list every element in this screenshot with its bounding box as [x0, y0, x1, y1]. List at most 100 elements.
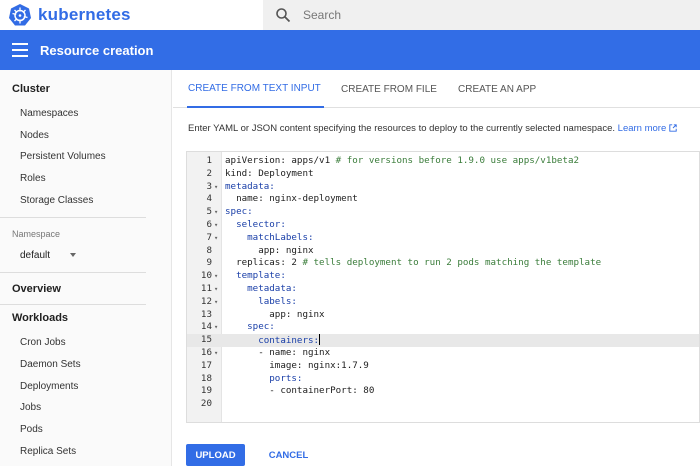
sidebar-item-pods[interactable]: Pods — [20, 424, 43, 435]
sidebar-item-storage-classes[interactable]: Storage Classes — [20, 195, 93, 206]
description-text: Enter YAML or JSON content specifying th… — [188, 123, 616, 134]
upload-button[interactable]: UPLOAD — [186, 444, 245, 466]
code-line[interactable]: 14 ▾ spec: — [187, 321, 699, 334]
code-text: matchLabels: — [225, 231, 314, 243]
code-line[interactable]: 13 app: nginx — [187, 308, 699, 322]
line-number: 13 — [200, 308, 212, 320]
line-number: 17 — [200, 359, 212, 371]
fold-toggle-icon[interactable]: ▾ — [214, 321, 221, 334]
code-text: name: nginx-deployment — [225, 193, 358, 205]
code-line[interactable]: 20 — [187, 398, 699, 411]
sidebar-divider — [0, 304, 146, 305]
sidebar-item-cron-jobs[interactable]: Cron Jobs — [20, 337, 66, 348]
sidebar-item-daemon-sets[interactable]: Daemon Sets — [20, 359, 81, 370]
line-number: 14 — [200, 321, 212, 333]
search-input[interactable] — [303, 8, 603, 22]
code-line[interactable]: 15 containers: — [187, 334, 699, 347]
code-text: app: nginx — [225, 308, 325, 320]
sidebar-item-persistent-volumes[interactable]: Persistent Volumes — [20, 151, 106, 162]
sidebar-item-jobs[interactable]: Jobs — [20, 402, 41, 413]
code-text: ports: — [225, 372, 303, 384]
learn-more-link[interactable]: Learn more — [618, 123, 678, 134]
sidebar-item-nodes[interactable]: Nodes — [20, 130, 49, 141]
hamburger-menu-icon[interactable] — [12, 43, 28, 57]
code-line[interactable]: 16 ▾ - name: nginx — [187, 347, 699, 360]
sidebar: Cluster Namespaces Nodes Persistent Volu… — [0, 70, 172, 466]
fold-toggle-icon[interactable]: ▾ — [214, 347, 221, 360]
code-line[interactable]: 10 ▾ template: — [187, 270, 699, 283]
tab-create-from-text-input[interactable]: CREATE FROM TEXT INPUT — [187, 70, 324, 108]
namespace-select[interactable]: default — [20, 248, 76, 262]
fold-toggle-icon[interactable]: ▾ — [214, 283, 221, 296]
sidebar-item-deployments[interactable]: Deployments — [20, 381, 78, 392]
code-line[interactable]: 7 ▾ matchLabels: — [187, 231, 699, 245]
text-cursor — [319, 334, 321, 346]
brand-logo[interactable]: kubernetes — [8, 3, 131, 27]
code-line[interactable]: 17 image: nginx:1.7.9 — [187, 359, 699, 373]
line-number: 9 — [206, 257, 212, 269]
fold-toggle-icon[interactable]: ▾ — [214, 206, 221, 219]
search-bar[interactable] — [263, 0, 700, 30]
code-text: image: nginx:1.7.9 — [225, 359, 369, 371]
yaml-editor[interactable]: 1 apiVersion: apps/v1 # for versions befo… — [186, 151, 700, 423]
kubernetes-wheel-icon — [9, 4, 31, 26]
code-line[interactable]: 2 kind: Deployment — [187, 168, 699, 181]
code-line[interactable]: 18 ports: — [187, 372, 699, 386]
code-line[interactable]: 19 - containerPort: 80 — [187, 385, 699, 398]
sidebar-item-replica-sets[interactable]: Replica Sets — [20, 446, 76, 457]
description: Enter YAML or JSON content specifying th… — [188, 123, 677, 134]
chevron-down-icon — [70, 253, 76, 257]
sidebar-divider — [0, 217, 146, 218]
code-text: - name: nginx — [225, 347, 331, 358]
fold-toggle-icon[interactable]: ▾ — [214, 219, 221, 232]
code-text: - containerPort: 80 — [225, 385, 375, 397]
cancel-button[interactable]: CANCEL — [261, 444, 316, 466]
namespace-selected-value: default — [20, 249, 51, 261]
code-line[interactable]: 11 ▾ metadata: — [187, 283, 699, 296]
line-number: 6 — [206, 219, 212, 230]
brand-name: kubernetes — [38, 5, 131, 24]
code-line[interactable]: 9 replicas: 2 # tells deployment to run … — [187, 257, 699, 270]
code-line[interactable]: 12 ▾ labels: — [187, 295, 699, 309]
sidebar-item-roles[interactable]: Roles — [20, 173, 46, 184]
line-number: 12 — [200, 295, 212, 307]
sidebar-item-overview[interactable]: Overview — [12, 283, 61, 295]
code-line[interactable]: 5 ▾ spec: — [187, 206, 699, 219]
line-number: 19 — [200, 385, 212, 397]
line-number: 4 — [206, 193, 212, 205]
code-line[interactable]: 6 ▾ selector: — [187, 219, 699, 232]
code-text: spec: — [225, 206, 253, 218]
line-number: 11 — [200, 283, 212, 294]
fold-toggle-icon[interactable]: ▾ — [214, 232, 221, 245]
sidebar-section-workloads[interactable]: Workloads — [12, 312, 68, 324]
namespace-label: Namespace — [12, 229, 61, 239]
page-title: Resource creation — [40, 42, 154, 58]
code-text: selector: — [225, 219, 286, 230]
search-icon — [276, 8, 291, 23]
top-bar: kubernetes — [0, 0, 700, 30]
learn-more-label: Learn more — [617, 123, 667, 134]
fold-toggle-icon[interactable]: ▾ — [214, 270, 221, 283]
code-line[interactable]: 4 name: nginx-deployment — [187, 193, 699, 206]
fold-toggle-icon[interactable]: ▾ — [214, 296, 221, 309]
tab-create-from-file[interactable]: CREATE FROM FILE — [341, 70, 437, 108]
code-text: metadata: — [225, 180, 275, 192]
code-line[interactable]: 3 ▾ metadata: — [187, 180, 699, 194]
sidebar-section-cluster[interactable]: Cluster — [12, 83, 50, 95]
tab-create-an-app[interactable]: CREATE AN APP — [458, 70, 536, 108]
code-text: containers: — [225, 334, 321, 347]
line-number: 7 — [206, 231, 212, 243]
code-line[interactable]: 1 apiVersion: apps/v1 # for versions befo… — [187, 155, 699, 168]
line-number: 8 — [206, 244, 212, 256]
main-content: CREATE FROM TEXT INPUT CREATE FROM FILE … — [173, 70, 700, 466]
code-text: metadata: — [225, 283, 297, 294]
sidebar-item-namespaces[interactable]: Namespaces — [20, 108, 78, 119]
code-line[interactable]: 8 app: nginx — [187, 244, 699, 258]
line-number: 5 — [206, 206, 212, 218]
code-text: apiVersion: apps/v1 # for versions befor… — [225, 155, 580, 166]
line-number: 3 — [206, 180, 212, 192]
code-text: app: nginx — [225, 244, 314, 256]
fold-toggle-icon[interactable]: ▾ — [214, 181, 221, 194]
line-number: 20 — [200, 398, 212, 410]
external-link-icon — [669, 124, 677, 132]
